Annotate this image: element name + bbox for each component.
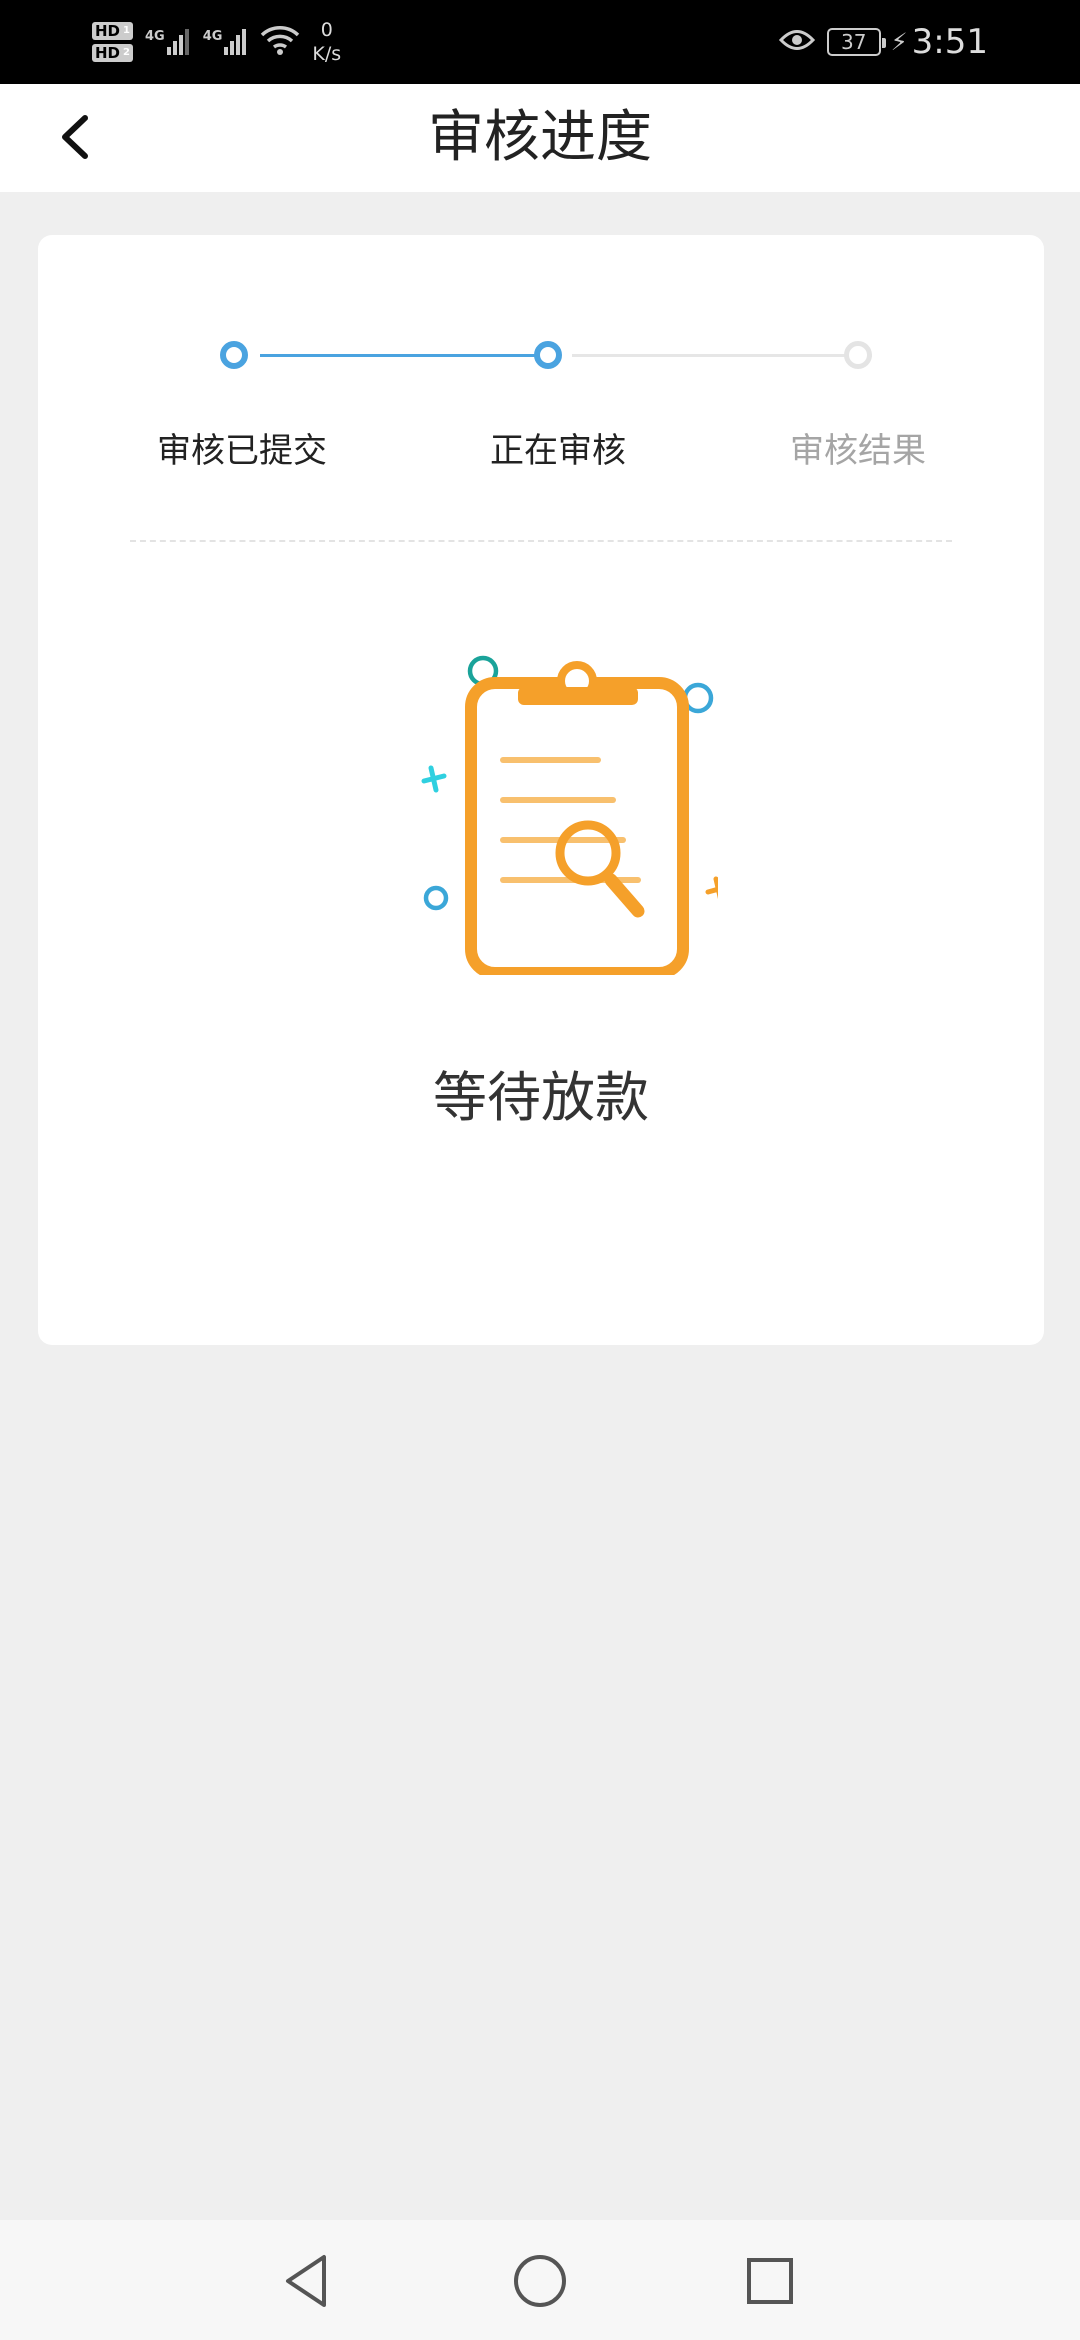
step-dot-submitted [220, 341, 248, 369]
hd-indicators: HD 1 HD 2 [92, 22, 133, 62]
nav-back-button[interactable] [272, 2246, 342, 2316]
status-bar: HD 1 HD 2 4G 4G 0 K/s 37 ⚡ 3:51 [0, 0, 1080, 84]
step-connector-1 [260, 354, 558, 357]
step-dot-reviewing [534, 341, 562, 369]
step-label-submitted: 审核已提交 [157, 431, 327, 471]
square-recent-icon [747, 2258, 793, 2304]
status-right: 37 ⚡ 3:51 [778, 0, 988, 84]
step-label-result: 审核结果 [790, 431, 926, 471]
speed-value: 0 [320, 19, 333, 41]
system-nav-bar [0, 2220, 1080, 2340]
clipboard-search-icon [368, 635, 733, 979]
divider [130, 540, 952, 542]
app-header: 审核进度 [0, 84, 1080, 192]
signal-icon: 4G [145, 29, 191, 55]
status-text: 等待放款 [433, 1066, 649, 1129]
status-left: HD 1 HD 2 4G 4G 0 K/s [92, 12, 341, 72]
speed-unit: K/s [312, 43, 342, 65]
charging-icon: ⚡ [890, 28, 908, 56]
network-speed: 0 K/s [312, 18, 341, 66]
step-connector-2 [572, 354, 872, 357]
page-title: 审核进度 [428, 105, 652, 170]
progress-stepper: 审核已提交 正在审核 审核结果 [38, 235, 1044, 535]
battery-indicator: 37 [826, 28, 886, 56]
signal-icon-2: 4G [203, 29, 249, 55]
eye-icon [778, 27, 815, 57]
triangle-back-icon [286, 2255, 326, 2307]
nav-recent-button[interactable] [735, 2246, 805, 2316]
step-label-reviewing: 正在审核 [490, 431, 626, 471]
hd1-badge: HD 1 [92, 22, 133, 40]
nav-home-button[interactable] [505, 2246, 575, 2316]
step-dot-result [844, 341, 872, 369]
circle-home-icon [514, 2255, 566, 2307]
progress-card: 审核已提交 正在审核 审核结果 等待放款 [38, 235, 1044, 1345]
clock: 3:51 [911, 22, 988, 62]
hd2-badge: HD 2 [92, 44, 133, 62]
wifi-icon [260, 23, 300, 61]
